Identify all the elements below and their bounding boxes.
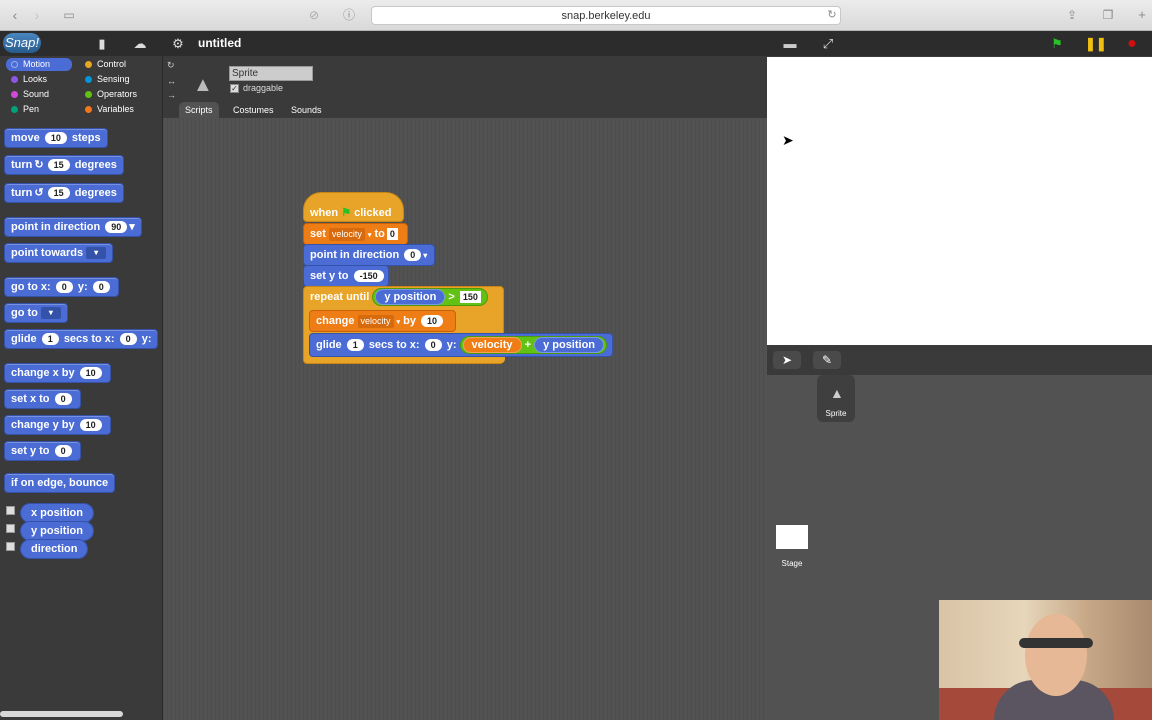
category-motion[interactable]: Motion [6,58,72,71]
pause-icon[interactable]: ❚❚ [1085,35,1107,52]
category-pen[interactable]: Pen [6,103,72,116]
palette-scrollbar[interactable] [0,711,123,717]
tab-costumes[interactable]: Costumes [227,102,280,118]
back-icon[interactable]: ‹ [6,6,24,24]
forward-icon[interactable]: › [28,6,46,24]
checkbox-y-position[interactable] [6,524,15,533]
green-flag-icon: ⚑ [341,207,352,219]
stop-icon[interactable]: ● [1122,35,1142,52]
webcam-overlay [939,600,1152,720]
block-bounce[interactable]: if on edge, bounce [4,473,116,493]
operator-sum[interactable]: velocity + y position [459,336,608,355]
hat-when-flag-clicked[interactable]: when ⚑ clicked [303,192,404,222]
block-set-y[interactable]: set y to -150 [303,265,389,287]
snap-logo[interactable]: Snap! [3,33,41,53]
operator-greater-than[interactable]: y position > 150 [372,288,488,307]
normal-stage-icon[interactable]: ▬ [780,35,800,52]
rotate-cw-icon: ↻ [34,159,44,171]
mouse-cursor-icon: ➤ [782,132,794,148]
reporter-x-position[interactable]: x position [20,503,94,523]
reload-icon[interactable]: ↻ [824,6,840,24]
category-looks[interactable]: Looks [6,73,72,86]
webcam-headphones [1019,638,1093,648]
blocked-icon[interactable]: ⊘ [305,6,323,24]
stage-thumbnail[interactable] [776,525,808,549]
sidebar-icon[interactable]: ▭ [60,6,78,24]
category-sensing[interactable]: Sensing [80,73,146,86]
rotation-none-icon[interactable]: → [167,90,176,100]
reporter-y-position[interactable]: y position [20,521,94,541]
checkbox-x-position[interactable] [6,506,15,515]
block-change-y[interactable]: change y by 10 [4,415,111,435]
corral-toolbar: ➤ ✎ [767,345,1152,375]
sprite-corral-label: Sprite [825,409,847,418]
new-tab-icon[interactable]: + [1133,6,1151,24]
category-control[interactable]: Control [80,58,146,71]
block-glide[interactable]: glide 1 secs to x: 0 y: velocity + y pos… [309,333,613,357]
block-move[interactable]: move 10 steps [4,128,108,148]
block-set-variable[interactable]: set velocity ▾ to 0 [303,223,408,245]
repeat-until-header: repeat until y position > 150 [310,287,497,309]
green-flag-icon[interactable]: ⚑ [1047,35,1067,52]
block-turn-cw[interactable]: turn ↻ 15 degrees [4,155,124,175]
stage-label: Stage [781,559,803,568]
block-point-towards[interactable]: point towards ▾ [4,243,114,263]
snap-menu-bar: Snap! ▮ ☁ ⚙ untitled ▬ ⤢ ⚑ ❚❚ ● [0,31,1152,56]
block-glide[interactable]: glide 1 secs to x: 0 y: [4,329,159,349]
rotate-ccw-icon: ↺ [34,187,44,199]
gear-icon[interactable]: ⚙ [168,35,188,52]
block-goto[interactable]: go to ▾ [4,303,68,323]
block-change-variable[interactable]: change velocity ▾ by 10 [309,310,456,332]
fullscreen-icon[interactable]: ⤢ [818,35,838,52]
category-operators[interactable]: Operators [80,88,146,101]
sprite-name-field[interactable]: Sprite [229,66,313,81]
category-variables[interactable]: Variables [80,103,146,116]
sprite-arrow-icon: ▲ [830,385,844,401]
block-point-direction[interactable]: point in direction 90 ▾ [4,217,142,237]
url-field[interactable]: snap.berkeley.edu [371,6,841,25]
webcam-person-head [1025,614,1087,696]
block-change-x[interactable]: change x by 10 [4,363,111,383]
browser-toolbar: ‹ › ▭ ⊘ ⓘ snap.berkeley.edu ↻ ⇪ ❐ + [0,0,1152,31]
block-palette: Motion Control Looks Sensing Sound Opera… [0,56,163,720]
draggable-label: draggable [243,83,284,93]
block-point-in-direction[interactable]: point in direction 0 ▾ [303,244,435,266]
block-set-x[interactable]: set x to 0 [4,389,81,409]
block-turn-ccw[interactable]: turn ↺ 15 degrees [4,183,124,203]
cloud-icon[interactable]: ☁ [130,35,150,52]
block-set-y[interactable]: set y to 0 [4,441,81,461]
file-icon[interactable]: ▮ [92,35,112,52]
rotation-any-icon[interactable]: ↻ [167,60,175,71]
repeat-c-foot [304,357,505,363]
reporter-direction[interactable]: direction [20,539,89,559]
share-icon[interactable]: ⇪ [1063,6,1081,24]
tabs-icon[interactable]: ❐ [1099,6,1117,24]
info-icon[interactable]: ⓘ [340,6,358,24]
tab-sounds[interactable]: Sounds [285,102,328,118]
block-goto-xy[interactable]: go to x: 0 y: 0 [4,277,119,297]
scripting-area[interactable]: when ⚑ clicked set velocity ▾ to 0 point in… [163,118,767,720]
sprite-bar: ↻ ↔ → ▲ Sprite ✓ draggable Scripts Costu… [163,56,767,118]
add-turtle-sprite-icon[interactable]: ➤ [773,351,801,369]
sprite-arrow-icon: ▲ [193,74,213,96]
project-title: untitled [198,36,242,50]
draggable-checkbox[interactable]: ✓ [230,84,239,93]
checkbox-direction[interactable] [6,542,15,551]
paint-brush-icon[interactable]: ✎ [813,351,841,369]
category-sound[interactable]: Sound [6,88,72,101]
stage[interactable]: ➤ [767,57,1152,345]
tab-scripts[interactable]: Scripts [179,102,219,118]
rotation-lr-icon[interactable]: ↔ [167,76,176,86]
sprite-icon-tile[interactable]: ▲ Sprite [817,375,855,422]
